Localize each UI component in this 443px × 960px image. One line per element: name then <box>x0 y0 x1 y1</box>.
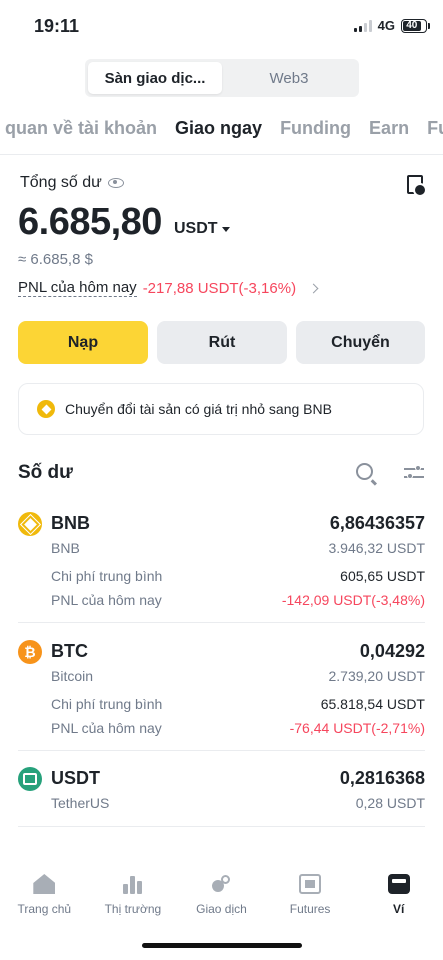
asset-name: Bitcoin <box>51 668 94 684</box>
nav-wallet-label: Ví <box>393 902 405 916</box>
home-icon <box>33 874 56 894</box>
nav-trade-label: Giao dịch <box>196 902 247 916</box>
bottom-nav: Trang chủ Thị trường Giao dịch Futures V… <box>0 860 443 930</box>
asset-symbol: USDT <box>51 768 100 788</box>
convert-small-assets-banner[interactable]: Chuyển đổi tài sản có giá trị nhỏ sang B… <box>18 383 424 435</box>
avg-cost-label: Chi phí trung bình <box>51 696 163 712</box>
nav-markets-label: Thị trường <box>104 902 162 916</box>
balance-label: Tổng số dư <box>20 174 102 191</box>
battery-icon: 40 <box>401 18 430 33</box>
asset-row-bnb[interactable]: BNB 6,86436357 BNB 3.946,32 USDT Chi phí… <box>0 510 443 620</box>
balance-label-row: Tổng số dư <box>20 174 124 192</box>
nav-markets[interactable]: Thị trường <box>89 860 178 930</box>
eye-icon[interactable] <box>107 178 124 188</box>
asset-pnl-label: PNL của hôm nay <box>51 720 162 736</box>
asset-amount: 0,04292 <box>359 641 425 661</box>
history-icon[interactable] <box>407 175 427 197</box>
withdraw-button[interactable]: Rút <box>157 321 287 364</box>
signal-icon <box>353 19 372 32</box>
asset-symbol: BNB <box>51 513 90 533</box>
nav-wallet[interactable]: Ví <box>354 860 443 930</box>
tab-spot[interactable]: Giao ngay <box>175 118 262 139</box>
bar-chart-icon <box>122 874 144 894</box>
convert-banner-text: Chuyển đổi tài sản có giá trị nhỏ sang B… <box>65 401 332 417</box>
tab-earn[interactable]: Earn <box>369 118 409 139</box>
asset-symbol: BTC <box>51 641 88 661</box>
bnb-coin-icon <box>18 512 42 536</box>
wallet-icon <box>387 874 410 894</box>
usdt-coin-icon <box>18 767 42 791</box>
network-label: 4G <box>377 18 395 33</box>
asset-usd-value: 2.739,20 USDT <box>328 668 426 684</box>
nav-home-label: Trang chủ <box>17 902 72 916</box>
divider <box>0 154 443 155</box>
currency-selector[interactable]: USDT <box>174 220 230 238</box>
balance-amount: 6.685,80 <box>18 201 162 243</box>
asset-row-usdt[interactable]: USDT 0,2816368 TetherUS 0,28 USDT <box>0 765 443 821</box>
btc-coin-icon: ₿ <box>18 640 42 664</box>
asset-usd-value: 3.946,32 USDT <box>328 540 426 556</box>
avg-cost-value: 65.818,54 USDT <box>320 696 425 712</box>
divider <box>18 750 425 751</box>
chevron-right-icon <box>308 283 319 293</box>
avg-cost-value: 605,65 USDT <box>340 568 425 584</box>
divider <box>18 622 425 623</box>
home-indicator[interactable] <box>142 943 302 948</box>
pnl-value: -217,88 USDT(-3,16%) <box>142 279 297 297</box>
assets-title: Số dư <box>18 462 73 483</box>
trade-icon <box>210 874 232 894</box>
status-bar: 19:11 4G 40 <box>0 0 443 54</box>
segment-web3[interactable]: Web3 <box>222 62 356 94</box>
wallet-tabs: ‹ quan về tài khoản Giao ngay Funding Ea… <box>0 118 443 139</box>
status-indicators: 4G 40 <box>353 18 430 33</box>
tab-overview[interactable]: ‹ quan về tài khoản <box>0 118 157 139</box>
asset-name: TetherUS <box>51 795 110 811</box>
transfer-button[interactable]: Chuyển <box>296 321 425 364</box>
status-time: 19:11 <box>34 16 80 36</box>
futures-icon <box>299 874 322 894</box>
segment-exchange[interactable]: Sàn giao dịc... <box>88 62 222 94</box>
nav-home[interactable]: Trang chủ <box>0 860 89 930</box>
pnl-label: PNL của hôm nay <box>18 279 137 297</box>
asset-pnl-value: -142,09 USDT(-3,48%) <box>281 592 425 608</box>
deposit-button[interactable]: Nạp <box>18 321 148 364</box>
avg-cost-label: Chi phí trung bình <box>51 568 163 584</box>
divider <box>18 826 425 827</box>
nav-futures-label: Futures <box>289 902 331 916</box>
bnb-icon <box>37 400 55 418</box>
asset-row-btc[interactable]: ₿ BTC 0,04292 Bitcoin 2.739,20 USDT Chi … <box>0 638 443 748</box>
nav-trade[interactable]: Giao dịch <box>177 860 266 930</box>
asset-usd-value: 0,28 USDT <box>355 795 425 811</box>
tab-funding[interactable]: Funding <box>280 118 351 139</box>
battery-level: 40 <box>403 20 421 31</box>
filter-icon[interactable] <box>404 465 424 481</box>
currency-label: USDT <box>174 220 218 237</box>
nav-futures[interactable]: Futures <box>266 860 355 930</box>
caret-down-icon <box>221 226 230 232</box>
tab-futures[interactable]: Fu <box>427 118 443 139</box>
today-pnl-row[interactable]: PNL của hôm nay -217,88 USDT(-3,16%) <box>18 279 319 297</box>
balance-approx: ≈ 6.685,8 $ <box>18 251 93 268</box>
asset-amount: 6,86436357 <box>329 513 425 533</box>
search-icon[interactable] <box>356 463 373 480</box>
asset-name: BNB <box>51 540 80 556</box>
asset-pnl-value: -76,44 USDT(-2,71%) <box>289 720 425 736</box>
account-type-switch: Sàn giao dịc... Web3 <box>85 59 359 97</box>
asset-pnl-label: PNL của hôm nay <box>51 592 162 608</box>
asset-amount: 0,2816368 <box>339 768 425 788</box>
